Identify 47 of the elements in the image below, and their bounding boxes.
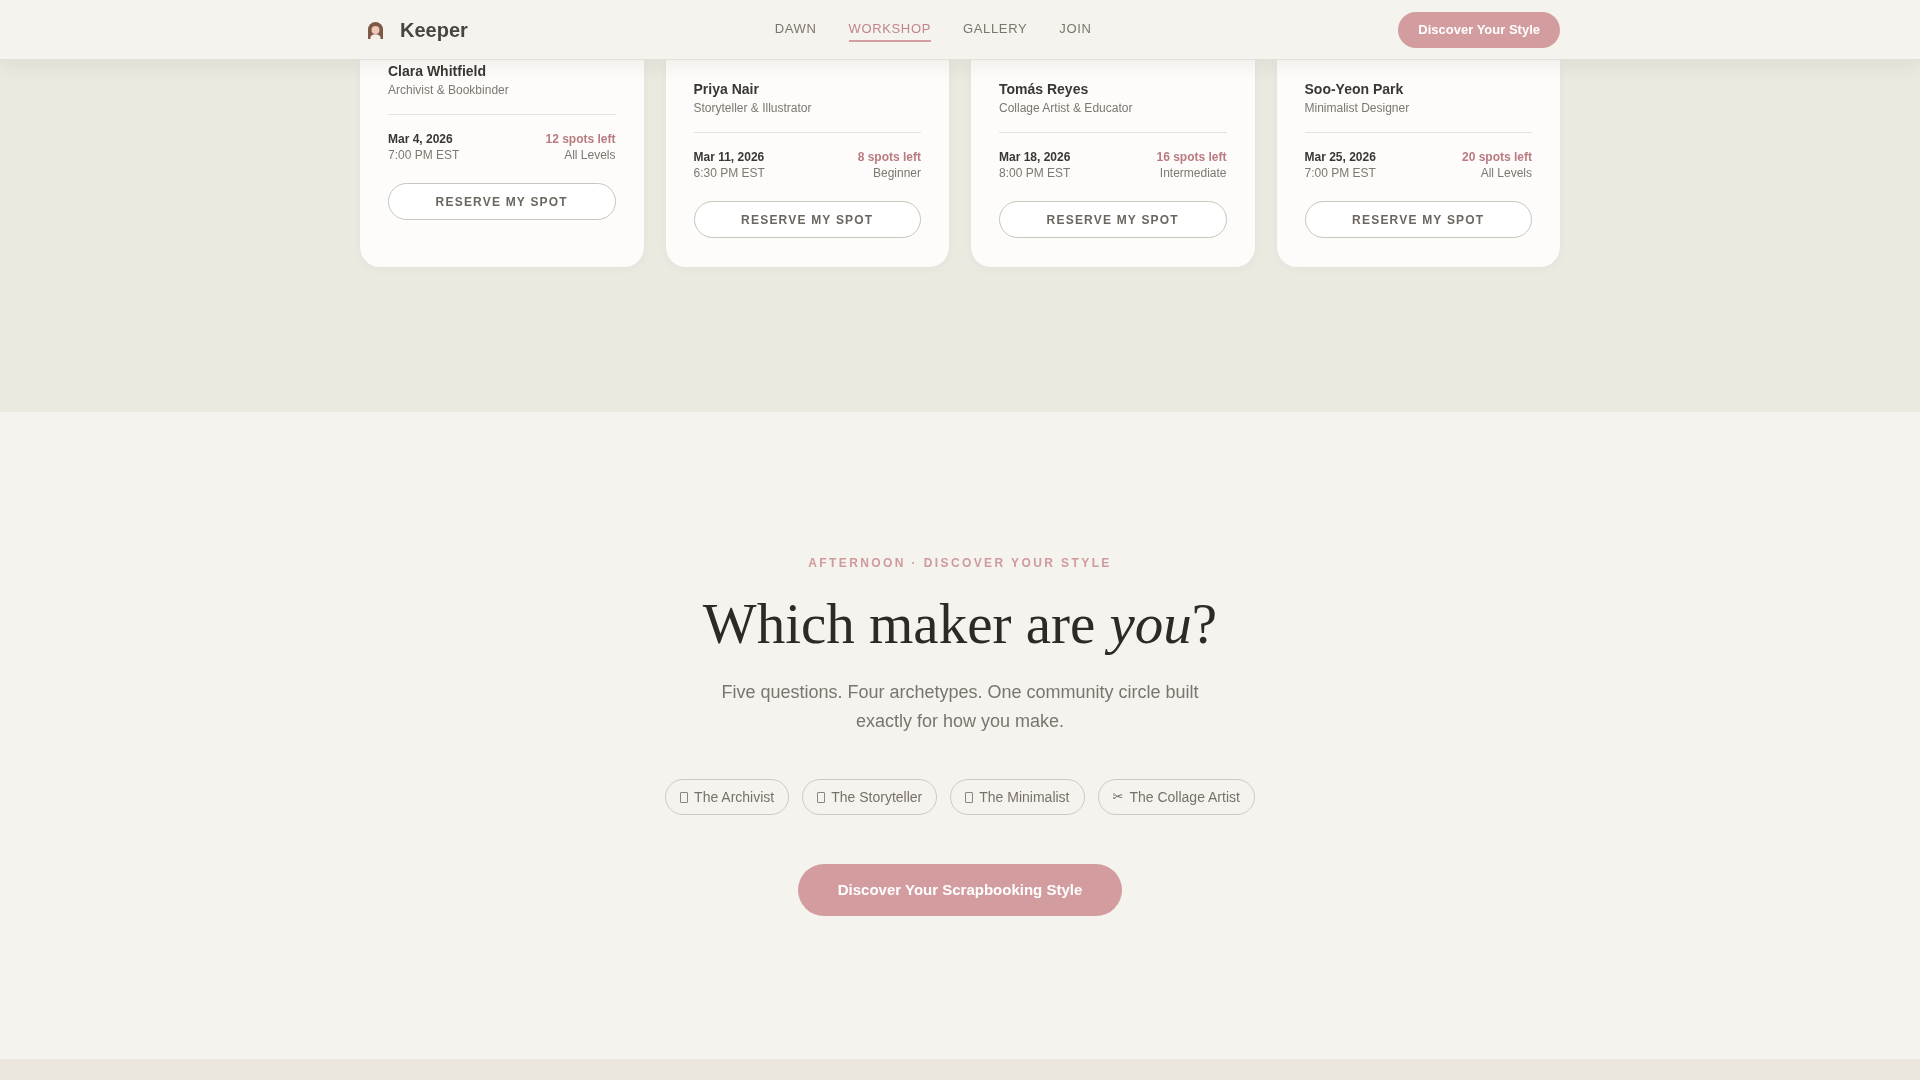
section-intro: Five questions. Four archetypes. One community circle built exactly for how you make. (720, 681, 1200, 733)
spots-left: 20 spots left (1461, 149, 1532, 165)
host-role: Collage Artist & Educator (999, 100, 1134, 117)
workshop-time: 7:00 PM EST (1304, 165, 1376, 181)
discover-scrapbooking-style-button[interactable]: Discover Your Scrapbooking Style (797, 864, 1123, 916)
nav-link[interactable]: JOIN (1059, 17, 1092, 42)
nav-link[interactable]: GALLERY (963, 17, 1028, 42)
workshop-date: Mar 18, 2026 (999, 149, 1071, 165)
host-role: Minimalist Designer (1304, 100, 1411, 117)
reserve-spot-button[interactable]: RESERVE MY SPOT (693, 201, 921, 238)
archetype-label: The Minimalist (979, 788, 1070, 807)
empty-rectangle-icon (965, 791, 974, 803)
skill-level: All Levels (1480, 165, 1532, 181)
host-role: Archivist & Bookbinder (388, 82, 510, 99)
archetype-label: The Archivist (694, 788, 775, 807)
skill-level: Intermediate (1159, 165, 1227, 181)
logo-icon (367, 20, 384, 39)
skill-level: Beginner (872, 165, 921, 181)
reserve-spot-button[interactable]: RESERVE MY SPOT (1304, 201, 1532, 238)
archetype-label: The Collage Artist (1129, 788, 1240, 807)
host-role: Storyteller & Illustrator (693, 100, 813, 117)
empty-rectangle-icon (680, 791, 689, 803)
scissors-icon: ✂ (1112, 787, 1124, 807)
spots-left: 8 spots left (857, 149, 921, 165)
section-eyebrow: AFTERNOON · DISCOVER YOUR STYLE (808, 555, 1112, 571)
spots-left: 16 spots left (1156, 149, 1227, 165)
workshop-time: 7:00 PM EST (388, 147, 460, 163)
workshop-time: 6:30 PM EST (693, 165, 765, 181)
host-name: Clara Whitfield (388, 62, 487, 81)
host-name: Tomás Reyes (999, 80, 1090, 99)
skill-level: All Levels (564, 147, 616, 163)
nav-link[interactable]: DAWN (774, 17, 817, 42)
host-name: Priya Nair (693, 80, 760, 99)
workshop-time: 8:00 PM EST (999, 165, 1071, 181)
archetype-label: The Storyteller (831, 788, 923, 807)
host-name: Soo-Yeon Park (1304, 80, 1405, 99)
reserve-spot-button[interactable]: RESERVE MY SPOT (999, 201, 1227, 238)
section-heading: Which maker are you? (702, 592, 1218, 656)
reserve-spot-button[interactable]: RESERVE MY SPOT (388, 183, 616, 220)
nav-link[interactable]: WORKSHOP (848, 17, 931, 42)
discover-style-button[interactable]: Discover Your Style (1398, 11, 1560, 48)
brand-name: Keeper (400, 17, 468, 43)
workshop-date: Mar 11, 2026 (693, 149, 765, 165)
empty-rectangle-icon (817, 791, 826, 803)
spots-left: 12 spots left (545, 131, 616, 147)
workshop-date: Mar 25, 2026 (1304, 149, 1376, 165)
workshop-date: Mar 4, 2026 (388, 131, 454, 147)
